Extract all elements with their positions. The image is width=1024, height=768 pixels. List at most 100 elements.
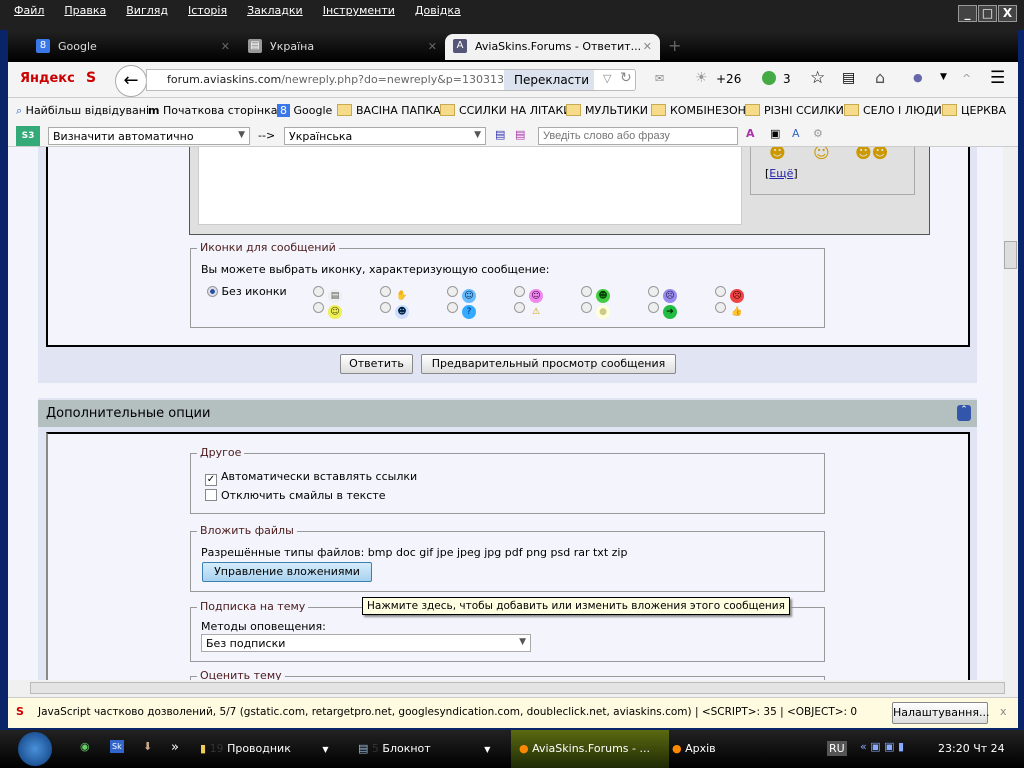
collapse-icon[interactable]: ⌃ [957,405,971,421]
radio-button[interactable] [447,286,458,297]
download-icon[interactable]: ⬇ [143,740,152,753]
preview-button[interactable]: Предварительный просмотр сообщения [421,354,676,374]
menu-help[interactable]: Довідка [415,4,461,17]
icon-option[interactable]: ● [581,301,610,319]
menu-tools[interactable]: Інструменти [323,4,395,17]
dictionary-icon[interactable]: A [746,127,755,140]
message-textarea[interactable] [198,147,742,225]
horizontal-scrollbar[interactable] [8,680,1018,697]
radio-button[interactable] [380,302,391,313]
translate-button[interactable]: Перекласти [504,70,594,90]
icon-option[interactable]: ⚠ [514,301,543,319]
icon-option-none[interactable]: Без иконки [207,285,287,298]
translate-page-icon[interactable]: ▤ [495,128,505,141]
chat-icon[interactable]: ● [913,71,923,84]
translate-phrase-input[interactable] [538,127,738,145]
chevron-down-icon[interactable]: ▼ [940,72,947,82]
settings-icon[interactable]: ⚙ [813,127,823,140]
new-tab-button[interactable]: + [668,36,681,55]
bookmark-folder[interactable]: ЦЕРКВА [942,104,1006,117]
clock[interactable]: 23:20 Чт 24 [938,742,1005,755]
tab-ukraine[interactable]: ▤ Україна ✕ [240,34,445,60]
bookmark-folder[interactable]: РІЗНІ ССИЛКИ [745,104,844,117]
radio-button[interactable] [715,302,726,313]
reply-button[interactable]: Ответить [340,354,413,374]
icon-option[interactable]: ☺ [313,301,342,319]
weather-icon[interactable]: ☀ [695,70,708,86]
bookmark-home[interactable]: m Початкова сторінка [148,104,278,117]
checkbox-unchecked[interactable] [205,489,217,501]
clipboard-icon[interactable]: ▣ [770,127,780,140]
globe-icon[interactable]: ◉ [80,740,90,753]
scrollbar-thumb[interactable] [1004,241,1017,269]
noscript-icon[interactable]: S [86,70,96,86]
bookmark-folder[interactable]: ВАСІНА ПАПКА [337,104,441,117]
counter-icon[interactable] [762,71,776,85]
reload-icon[interactable]: ↻ [620,70,632,86]
close-tab-icon[interactable]: ✕ [643,40,652,53]
maximize-button[interactable]: □ [978,5,997,22]
beer-smiley-icon[interactable]: ☻☻ [855,147,888,162]
tab-google[interactable]: 8 Google ✕ [28,34,238,60]
icon-option[interactable]: 👍 [715,301,744,319]
checkbox-checked[interactable]: ✓ [205,474,217,486]
cool-smiley-icon[interactable]: ☻ [769,147,786,162]
scrollbar-thumb[interactable] [30,682,1005,694]
radio-button[interactable] [648,302,659,313]
target-language-select[interactable]: Українська ▼ [284,127,486,145]
translate-icon[interactable]: A [792,127,800,140]
vertical-scrollbar[interactable] [1003,147,1018,680]
reading-list-icon[interactable]: ▤ [842,70,855,86]
icon-option[interactable]: ➔ [648,301,677,319]
smile-icon[interactable]: ☺ [813,147,830,162]
radio-button[interactable] [715,286,726,297]
close-notification-button[interactable]: x [1000,705,1007,718]
menu-file[interactable]: Файл [14,4,44,17]
bookmark-folder[interactable]: КОМБІНЕЗОН [651,104,746,117]
radio-button[interactable] [313,286,324,297]
language-indicator[interactable]: RU [827,741,847,756]
more-link[interactable]: Ещё [769,167,793,180]
auto-links-checkbox[interactable]: ✓ Автоматически вставлять ссылки [205,470,417,486]
taskbar-explorer[interactable]: ▮ 19 Проводник ▼ [200,730,345,768]
start-button[interactable] [18,732,52,766]
menu-view[interactable]: Вигляд [126,4,168,17]
more-smilies-link[interactable]: [Ещё] [765,167,798,180]
bookmark-star-icon[interactable]: ☆ [810,68,825,88]
notification-method-select[interactable]: Без подписки ▼ [201,634,531,652]
close-tab-icon[interactable]: ✕ [428,40,437,53]
taskbar-firefox-active[interactable]: ● AviaSkins.Forums - ... [511,730,669,768]
icon-option[interactable]: ? [447,301,476,319]
yandex-logo[interactable]: Яндекс [20,71,75,86]
radio-button[interactable] [313,302,324,313]
bookmark-folder[interactable]: СЕЛО І ЛЮДИ [844,104,942,117]
bookmark-folder[interactable]: ССИЛКИ НА ЛІТАКИ [440,104,572,117]
s3-icon[interactable]: S3 [16,126,40,146]
home-icon[interactable]: ⌂ [875,68,885,87]
taskbar-archive[interactable]: ● Архів [672,730,772,768]
radio-button[interactable] [514,286,525,297]
bookmark-google[interactable]: 8 Google [277,104,332,117]
radio-button[interactable] [581,302,592,313]
radio-button[interactable] [380,286,391,297]
more-launchers[interactable]: » [171,740,179,755]
menu-bookmarks[interactable]: Закладки [247,4,303,17]
radio-button[interactable] [648,286,659,297]
tray-icons[interactable]: « ▣ ▣ ▮ [860,740,904,753]
bookmark-most-visited[interactable]: ⌕ Найбільш відвідувані [16,104,149,118]
translate-text-icon[interactable]: ▤ [515,128,525,141]
menu-history[interactable]: Історія [188,4,227,17]
menu-edit[interactable]: Правка [64,4,106,17]
dropdown-icon[interactable]: ▽ [603,72,611,85]
source-language-select[interactable]: Визначити автоматично ▼ [48,127,250,145]
minimize-button[interactable]: _ [958,5,977,22]
mail-icon[interactable]: ✉ [655,72,664,85]
radio-selected[interactable] [207,286,218,297]
close-window-button[interactable]: X [998,5,1017,22]
taskbar-notepad[interactable]: ▤ 5 Блокнот ▼ [358,730,503,768]
icon-option[interactable]: ☻ [380,301,409,319]
chevron-up-icon[interactable]: ^ [962,72,971,85]
disable-smilies-checkbox[interactable]: Отключить смайлы в тексте [205,489,386,502]
radio-button[interactable] [581,286,592,297]
back-button[interactable]: ← [115,65,147,97]
